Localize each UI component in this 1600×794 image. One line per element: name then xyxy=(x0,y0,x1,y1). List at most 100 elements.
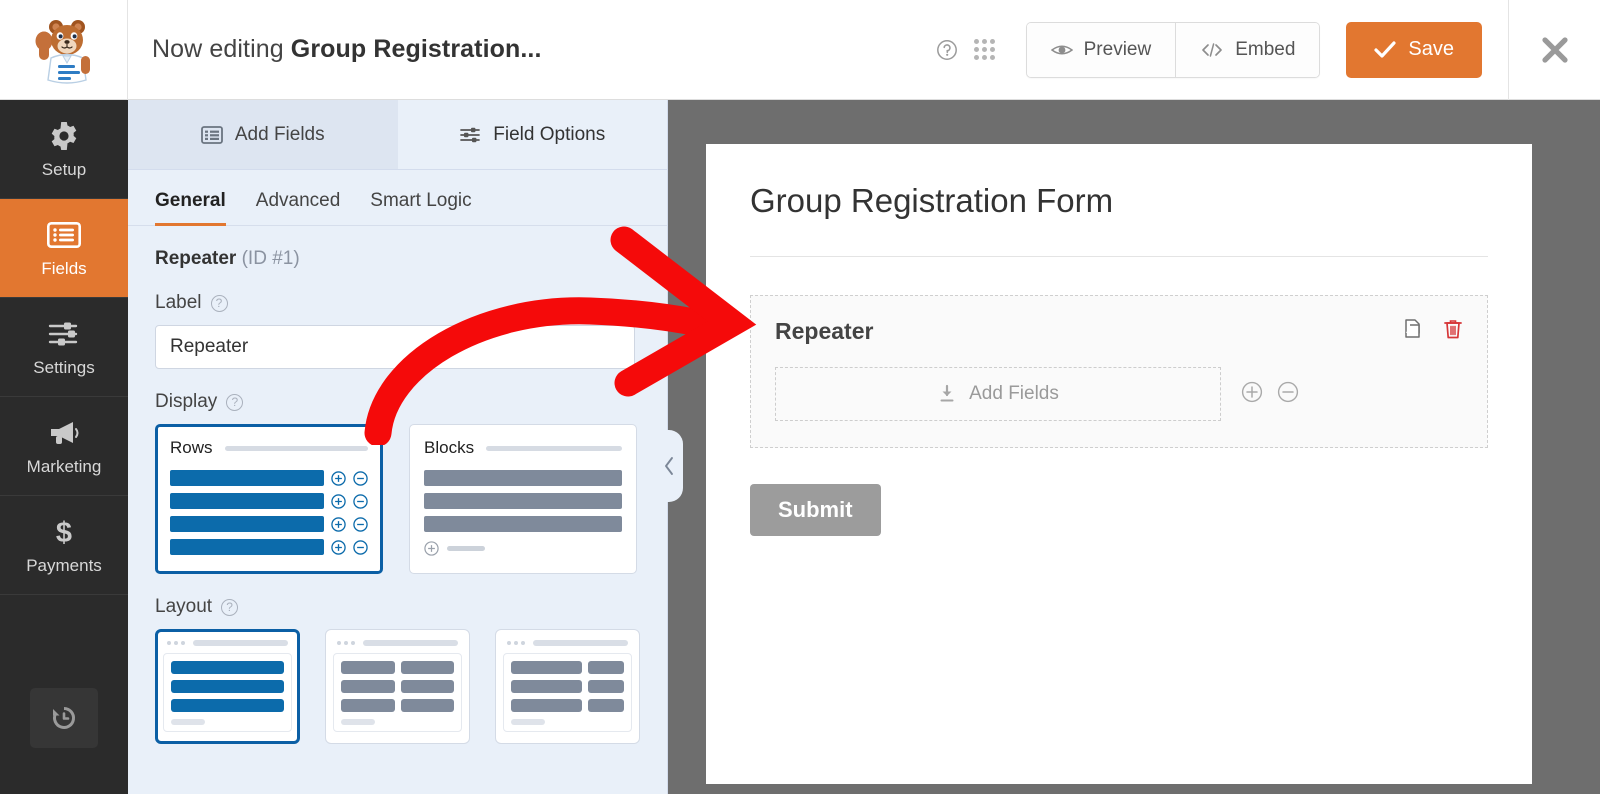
field-heading-id: (ID #1) xyxy=(242,248,300,269)
minus-circle-icon xyxy=(353,540,368,555)
sidebar-item-marketing[interactable]: Marketing xyxy=(0,397,128,496)
blocks-preview xyxy=(424,470,622,532)
field-heading-name: Repeater xyxy=(155,248,236,269)
collapse-panel-button[interactable] xyxy=(655,430,683,502)
layout-option-text: Layout xyxy=(155,596,212,618)
layout-preview xyxy=(163,653,292,732)
question-mark-icon[interactable]: ? xyxy=(211,295,228,312)
eye-icon xyxy=(1051,42,1073,58)
sidebar-item-settings[interactable]: Settings xyxy=(0,298,128,397)
choice-label: Rows xyxy=(170,438,213,458)
layout-line xyxy=(171,699,284,712)
layout-cell xyxy=(171,680,284,693)
preview-bar xyxy=(424,516,622,532)
window-titlebar xyxy=(193,640,288,646)
subtab-advanced[interactable]: Advanced xyxy=(256,190,341,225)
question-mark-icon[interactable]: ? xyxy=(226,394,243,411)
tab-field-options[interactable]: Field Options xyxy=(398,100,668,169)
layout-line xyxy=(511,699,624,712)
builder-sidebar: Setup Fields S xyxy=(0,100,128,794)
fields-list-icon xyxy=(201,126,223,144)
layout-cell xyxy=(401,699,455,712)
embed-button[interactable]: Embed xyxy=(1175,23,1319,77)
sidebar-item-label: Setup xyxy=(42,160,86,180)
code-icon xyxy=(1200,42,1224,58)
minus-circle-icon xyxy=(1277,381,1299,403)
layout-choice-single-column[interactable] xyxy=(155,629,300,744)
sidebar-item-fields[interactable]: Fields xyxy=(0,199,128,298)
row-controls xyxy=(1241,381,1299,408)
trash-icon xyxy=(1443,318,1463,340)
preview-bar xyxy=(170,539,324,555)
chevron-left-icon xyxy=(662,455,676,477)
submit-button[interactable]: Submit xyxy=(750,484,881,536)
subtab-smart-logic[interactable]: Smart Logic xyxy=(370,190,471,225)
tab-label: Add Fields xyxy=(235,124,325,146)
minus-circle-icon xyxy=(353,517,368,532)
layout-cell xyxy=(171,699,284,712)
grid-dots-icon[interactable] xyxy=(966,31,1004,69)
panel-body: Repeater (ID #1) Label ? Display ? Rows xyxy=(128,226,667,744)
sidebar-item-label: Settings xyxy=(33,358,94,378)
layout-choice-two-equal-columns[interactable] xyxy=(325,629,470,744)
duplicate-field-button[interactable] xyxy=(1403,318,1425,345)
add-fields-label: Add Fields xyxy=(969,383,1059,405)
sidebar-item-label: Fields xyxy=(41,259,86,279)
layout-cell xyxy=(341,680,395,693)
svg-text:$: $ xyxy=(56,517,72,548)
preview-row xyxy=(170,470,368,486)
label-input[interactable] xyxy=(155,325,635,369)
layout-cell xyxy=(511,699,582,712)
preview-row xyxy=(424,493,622,509)
add-decor-line xyxy=(447,546,485,551)
form-title: Group Registration Form xyxy=(750,182,1488,220)
panel-tabs: Add Fields Field Options xyxy=(128,100,667,170)
preview-row xyxy=(170,493,368,509)
display-choice-blocks[interactable]: Blocks xyxy=(409,424,637,574)
rows-preview xyxy=(170,470,368,555)
sidebar-item-payments[interactable]: $ Payments xyxy=(0,496,128,595)
preview-bar xyxy=(170,516,324,532)
delete-field-button[interactable] xyxy=(1443,318,1463,345)
question-mark-icon[interactable]: ? xyxy=(221,599,238,616)
form-canvas: Group Registration Form Repeater xyxy=(706,144,1532,784)
layout-cell xyxy=(588,699,624,712)
display-option-label: Display ? xyxy=(155,391,640,413)
revision-history-button[interactable] xyxy=(30,688,98,748)
preview-embed-button-group: Preview Embed xyxy=(1026,22,1321,78)
display-choice-rows[interactable]: Rows xyxy=(155,424,383,574)
add-row-button[interactable] xyxy=(1241,381,1263,408)
layout-footer-bar xyxy=(511,719,545,725)
layout-choices xyxy=(155,629,640,744)
layout-lines xyxy=(511,661,624,712)
blocks-add-row xyxy=(424,541,622,556)
layout-choice-two-uneven-columns[interactable] xyxy=(495,629,640,744)
save-button[interactable]: Save xyxy=(1346,22,1482,78)
repeater-field-block[interactable]: Repeater xyxy=(750,295,1488,448)
choice-decor-line xyxy=(486,446,622,451)
preview-button[interactable]: Preview xyxy=(1027,23,1176,77)
field-options-panel: Add Fields Field Options General Advance… xyxy=(128,100,668,794)
minus-circle-icon xyxy=(353,494,368,509)
options-sliders-icon xyxy=(459,126,481,144)
field-block-header: Repeater xyxy=(775,318,1463,345)
display-option-text: Display xyxy=(155,391,217,413)
layout-preview xyxy=(503,653,632,732)
gear-icon xyxy=(48,119,80,153)
tab-add-fields[interactable]: Add Fields xyxy=(128,100,398,169)
preview-bar xyxy=(170,470,324,486)
wpforms-form-builder: Now editing Group Registration... xyxy=(0,0,1600,794)
add-fields-dropzone[interactable]: Add Fields xyxy=(775,367,1221,421)
sidebar-item-setup[interactable]: Setup xyxy=(0,100,128,199)
help-icon[interactable] xyxy=(928,31,966,69)
remove-row-button[interactable] xyxy=(1277,381,1299,408)
wpforms-logo xyxy=(0,0,128,100)
subtab-general[interactable]: General xyxy=(155,190,226,225)
choice-header: Blocks xyxy=(424,438,622,458)
sidebar-item-label: Payments xyxy=(26,556,102,576)
layout-cell xyxy=(588,680,624,693)
preview-button-label: Preview xyxy=(1084,39,1152,61)
header-actions: Preview Embed Save xyxy=(928,22,1482,78)
close-builder-button[interactable] xyxy=(1508,0,1600,100)
plus-circle-icon xyxy=(331,540,346,555)
